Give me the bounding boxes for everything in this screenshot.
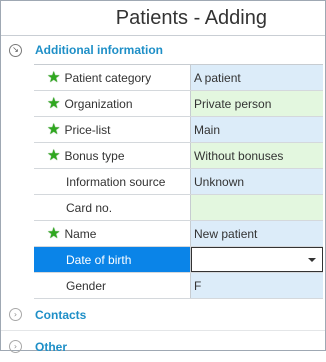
group-additional-information[interactable]: ↘ Additional information (1, 36, 325, 64)
star-icon: ★ (47, 224, 61, 242)
chevron-right-icon[interactable]: › (9, 308, 22, 321)
star-icon: ★ (47, 120, 61, 138)
field-caption: ★ Organization (34, 91, 191, 116)
group-contacts-label: Contacts (35, 307, 87, 322)
field-row-name[interactable]: ★ Name New patient (34, 221, 323, 247)
field-row-card-no[interactable]: Card no. (34, 195, 323, 221)
field-caption: Information source (34, 169, 191, 194)
group-other-label: Other (35, 339, 68, 354)
field-caption: ★ Patient category (34, 65, 191, 90)
price-list-field[interactable]: Main (191, 117, 323, 142)
expand-arrow-icon[interactable]: ↘ (9, 43, 22, 57)
chevron-right-icon[interactable]: › (9, 340, 22, 353)
field-row-bonus-type[interactable]: ★ Bonus type Without bonuses (34, 143, 323, 169)
group-other[interactable]: › Other (1, 331, 325, 362)
field-caption: ★ Bonus type (34, 143, 191, 168)
star-icon: ★ (47, 94, 61, 112)
patients-adding-window: Patients - Adding ↘ Additional informati… (0, 0, 326, 354)
information-source-field[interactable]: Unknown (191, 169, 323, 194)
dropdown-arrow-icon[interactable] (308, 257, 316, 262)
star-icon: ★ (47, 146, 61, 164)
field-row-information-source[interactable]: Information source Unknown (34, 169, 323, 195)
property-grid: ★ Patient category A patient ★ Organizatio… (34, 64, 323, 299)
field-caption: ★ Price-list (34, 117, 191, 142)
field-row-organization[interactable]: ★ Organization Private person (34, 91, 323, 117)
star-icon: ★ (47, 68, 61, 86)
bonus-type-field[interactable]: Without bonuses (191, 143, 323, 168)
name-field[interactable]: New patient (191, 221, 323, 246)
date-of-birth-dropdown[interactable] (191, 247, 323, 272)
group-contacts[interactable]: › Contacts (1, 299, 325, 330)
gender-field[interactable]: F (191, 273, 323, 298)
patient-category-field[interactable]: A patient (191, 65, 323, 90)
field-caption: Date of birth (34, 247, 191, 272)
window-title: Patients - Adding (1, 1, 325, 36)
field-caption: Card no. (34, 195, 191, 220)
field-row-gender[interactable]: Gender F (34, 273, 323, 299)
organization-field[interactable]: Private person (191, 91, 323, 116)
field-caption: ★ Name (34, 221, 191, 246)
card-no-field[interactable] (191, 195, 323, 220)
field-caption: Gender (34, 273, 191, 298)
group-additional-information-label: Additional information (35, 43, 163, 57)
field-row-patient-category[interactable]: ★ Patient category A patient (34, 65, 323, 91)
field-row-price-list[interactable]: ★ Price-list Main (34, 117, 323, 143)
field-row-date-of-birth[interactable]: Date of birth (34, 247, 323, 273)
